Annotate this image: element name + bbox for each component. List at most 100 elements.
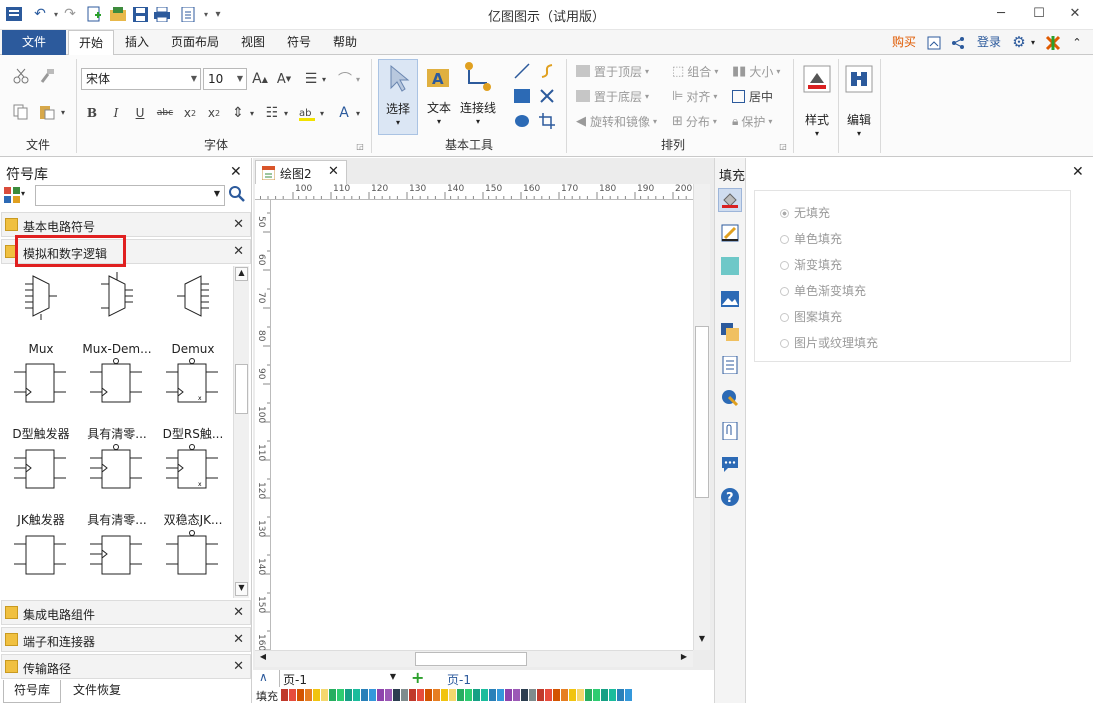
palette-swatch[interactable] [433, 689, 440, 701]
canvas-scroll-left-icon[interactable]: ◀ [256, 652, 270, 666]
canvas-h-scroll-thumb[interactable] [415, 652, 527, 666]
rectangle-tool-icon[interactable] [512, 86, 532, 106]
palette-swatch[interactable] [449, 689, 456, 701]
palette-swatch[interactable] [505, 689, 512, 701]
close-library-icon[interactable]: ✕ [233, 632, 244, 647]
copy-icon[interactable] [10, 101, 32, 123]
shape-demux[interactable]: Demux [154, 270, 232, 356]
tab-page-layout[interactable]: 页面布局 [164, 30, 226, 55]
palette-swatch[interactable] [569, 689, 576, 701]
palette-swatch[interactable] [361, 689, 368, 701]
text-align-dropdown-icon[interactable]: ▾ [320, 68, 328, 90]
search-dropdown-icon[interactable]: ▼ [214, 189, 220, 198]
curve-text-dropdown-icon[interactable]: ▾ [354, 68, 362, 90]
palette-swatch[interactable] [601, 689, 608, 701]
palette-swatch[interactable] [593, 689, 600, 701]
option-solid-fill[interactable]: 单色填充 [780, 230, 842, 247]
protect-button[interactable]: 🔒︎ 保护 ▾ [732, 112, 772, 130]
canvas-scroll-right-icon[interactable]: ▶ [677, 652, 691, 666]
rotate-mirror-button[interactable]: ◀ 旋转和镜像 ▾ [576, 112, 657, 130]
tab-home[interactable]: 开始 [68, 30, 114, 56]
text-tool-button[interactable]: A 文本 ▾ [420, 59, 458, 135]
buy-link[interactable]: 购买 [886, 30, 922, 55]
palette-swatch[interactable] [497, 689, 504, 701]
close-library-icon[interactable]: ✕ [233, 605, 244, 620]
tab-insert[interactable]: 插入 [118, 30, 156, 55]
highlight-icon[interactable]: ab [296, 102, 318, 124]
palette-swatch[interactable] [553, 689, 560, 701]
palette-swatch[interactable] [457, 689, 464, 701]
settings-dropdown-icon[interactable]: ▾ [1028, 30, 1038, 55]
page-select[interactable]: 页-1 ▼ [279, 670, 399, 687]
minimize-icon[interactable]: ─ [983, 2, 1019, 24]
palette-swatch[interactable] [329, 689, 336, 701]
page-tab[interactable]: 页-1 [447, 671, 471, 688]
attachment-icon[interactable] [718, 419, 742, 443]
close-window-icon[interactable]: ✕ [1057, 2, 1093, 24]
distribute-button[interactable]: ⊞ 分布 ▾ [672, 112, 717, 130]
palette-swatch[interactable] [385, 689, 392, 701]
tab-help[interactable]: 帮助 [326, 30, 364, 55]
hyperlink-icon[interactable] [718, 386, 742, 410]
palette-swatch[interactable] [369, 689, 376, 701]
add-page-icon[interactable]: + [411, 668, 424, 687]
library-menu-icon[interactable] [4, 187, 20, 203]
shadow-icon[interactable] [718, 254, 742, 278]
arrange-dialog-launcher-icon[interactable]: ◲ [778, 141, 788, 151]
collapse-ribbon-icon[interactable]: ⌃ [1068, 30, 1086, 55]
palette-swatch[interactable] [297, 689, 304, 701]
shape-mux[interactable]: Mux [2, 270, 80, 356]
crop-tool-icon[interactable] [537, 111, 557, 131]
palette-swatch[interactable] [585, 689, 592, 701]
palette-swatch[interactable] [561, 689, 568, 701]
line-tool-icon[interactable] [512, 61, 532, 81]
font-size-select[interactable]: 10 ▼ [203, 68, 247, 90]
scroll-up-icon[interactable]: ▲ [235, 267, 248, 281]
shape-d-rs-flip-flop[interactable]: x D型RS触... [154, 356, 232, 442]
drawing-canvas[interactable] [271, 200, 693, 650]
palette-swatch[interactable] [401, 689, 408, 701]
close-tab-icon[interactable]: ✕ [328, 164, 339, 179]
palette-swatch[interactable] [441, 689, 448, 701]
scroll-thumb[interactable] [235, 364, 248, 414]
library-ic-components[interactable]: 集成电路组件 ✕ [1, 600, 251, 625]
palette-swatch[interactable] [617, 689, 624, 701]
edit-button[interactable]: 编辑 ▾ [840, 61, 878, 147]
shape-flip-flop[interactable] [154, 528, 232, 598]
document-tab[interactable]: 绘图2 ✕ [255, 160, 347, 184]
shape-jk-flip-flop[interactable]: JK触发器 [2, 442, 80, 528]
scroll-down-icon[interactable]: ▼ [235, 582, 248, 596]
font-dialog-launcher-icon[interactable]: ◲ [355, 141, 365, 151]
library-terminals-connectors[interactable]: 端子和连接器 ✕ [1, 627, 251, 652]
palette-swatch[interactable] [537, 689, 544, 701]
paste-icon[interactable] [36, 101, 58, 123]
login-link[interactable]: 登录 [972, 30, 1006, 55]
bold-icon[interactable]: B [82, 102, 102, 124]
close-fill-panel-icon[interactable]: ✕ [1072, 164, 1084, 180]
palette-swatch[interactable] [577, 689, 584, 701]
canvas-v-scroll-thumb[interactable] [695, 326, 709, 498]
option-no-fill[interactable]: 无填充 [780, 204, 830, 221]
library-menu-dropdown-icon[interactable]: ▾ [21, 189, 25, 198]
bullets-dropdown-icon[interactable]: ▾ [282, 102, 290, 124]
maximize-icon[interactable]: ☐ [1021, 2, 1057, 24]
connection-point-tool-icon[interactable] [537, 86, 557, 106]
shapes-scrollbar[interactable]: ▲ ▼ [233, 266, 249, 598]
size-button[interactable]: ▮▮ 大小 ▾ [732, 62, 780, 80]
library-search-input[interactable]: ▼ [35, 185, 225, 206]
close-library-icon[interactable]: ✕ [233, 244, 244, 259]
library-transmission-paths[interactable]: 传输路径 ✕ [1, 654, 251, 679]
center-button[interactable]: 居中 [732, 87, 773, 105]
select-tool-button[interactable]: 选择 ▾ [378, 59, 418, 135]
comment-icon[interactable] [718, 452, 742, 476]
tab-view[interactable]: 视图 [234, 30, 272, 55]
palette-swatch[interactable] [281, 689, 288, 701]
palette-swatch[interactable] [545, 689, 552, 701]
line-spacing-icon[interactable]: ⇕ [228, 102, 248, 124]
send-to-back-button[interactable]: 置于底层 ▾ [576, 87, 649, 105]
cut-icon[interactable] [10, 65, 32, 87]
shape-d-flip-flop[interactable]: D型触发器 [2, 356, 80, 442]
close-panel-icon[interactable]: ✕ [230, 164, 242, 180]
group-button[interactable]: ⬚ 组合 ▾ [672, 62, 718, 80]
tab-symbol-library[interactable]: 符号库 [3, 680, 61, 703]
